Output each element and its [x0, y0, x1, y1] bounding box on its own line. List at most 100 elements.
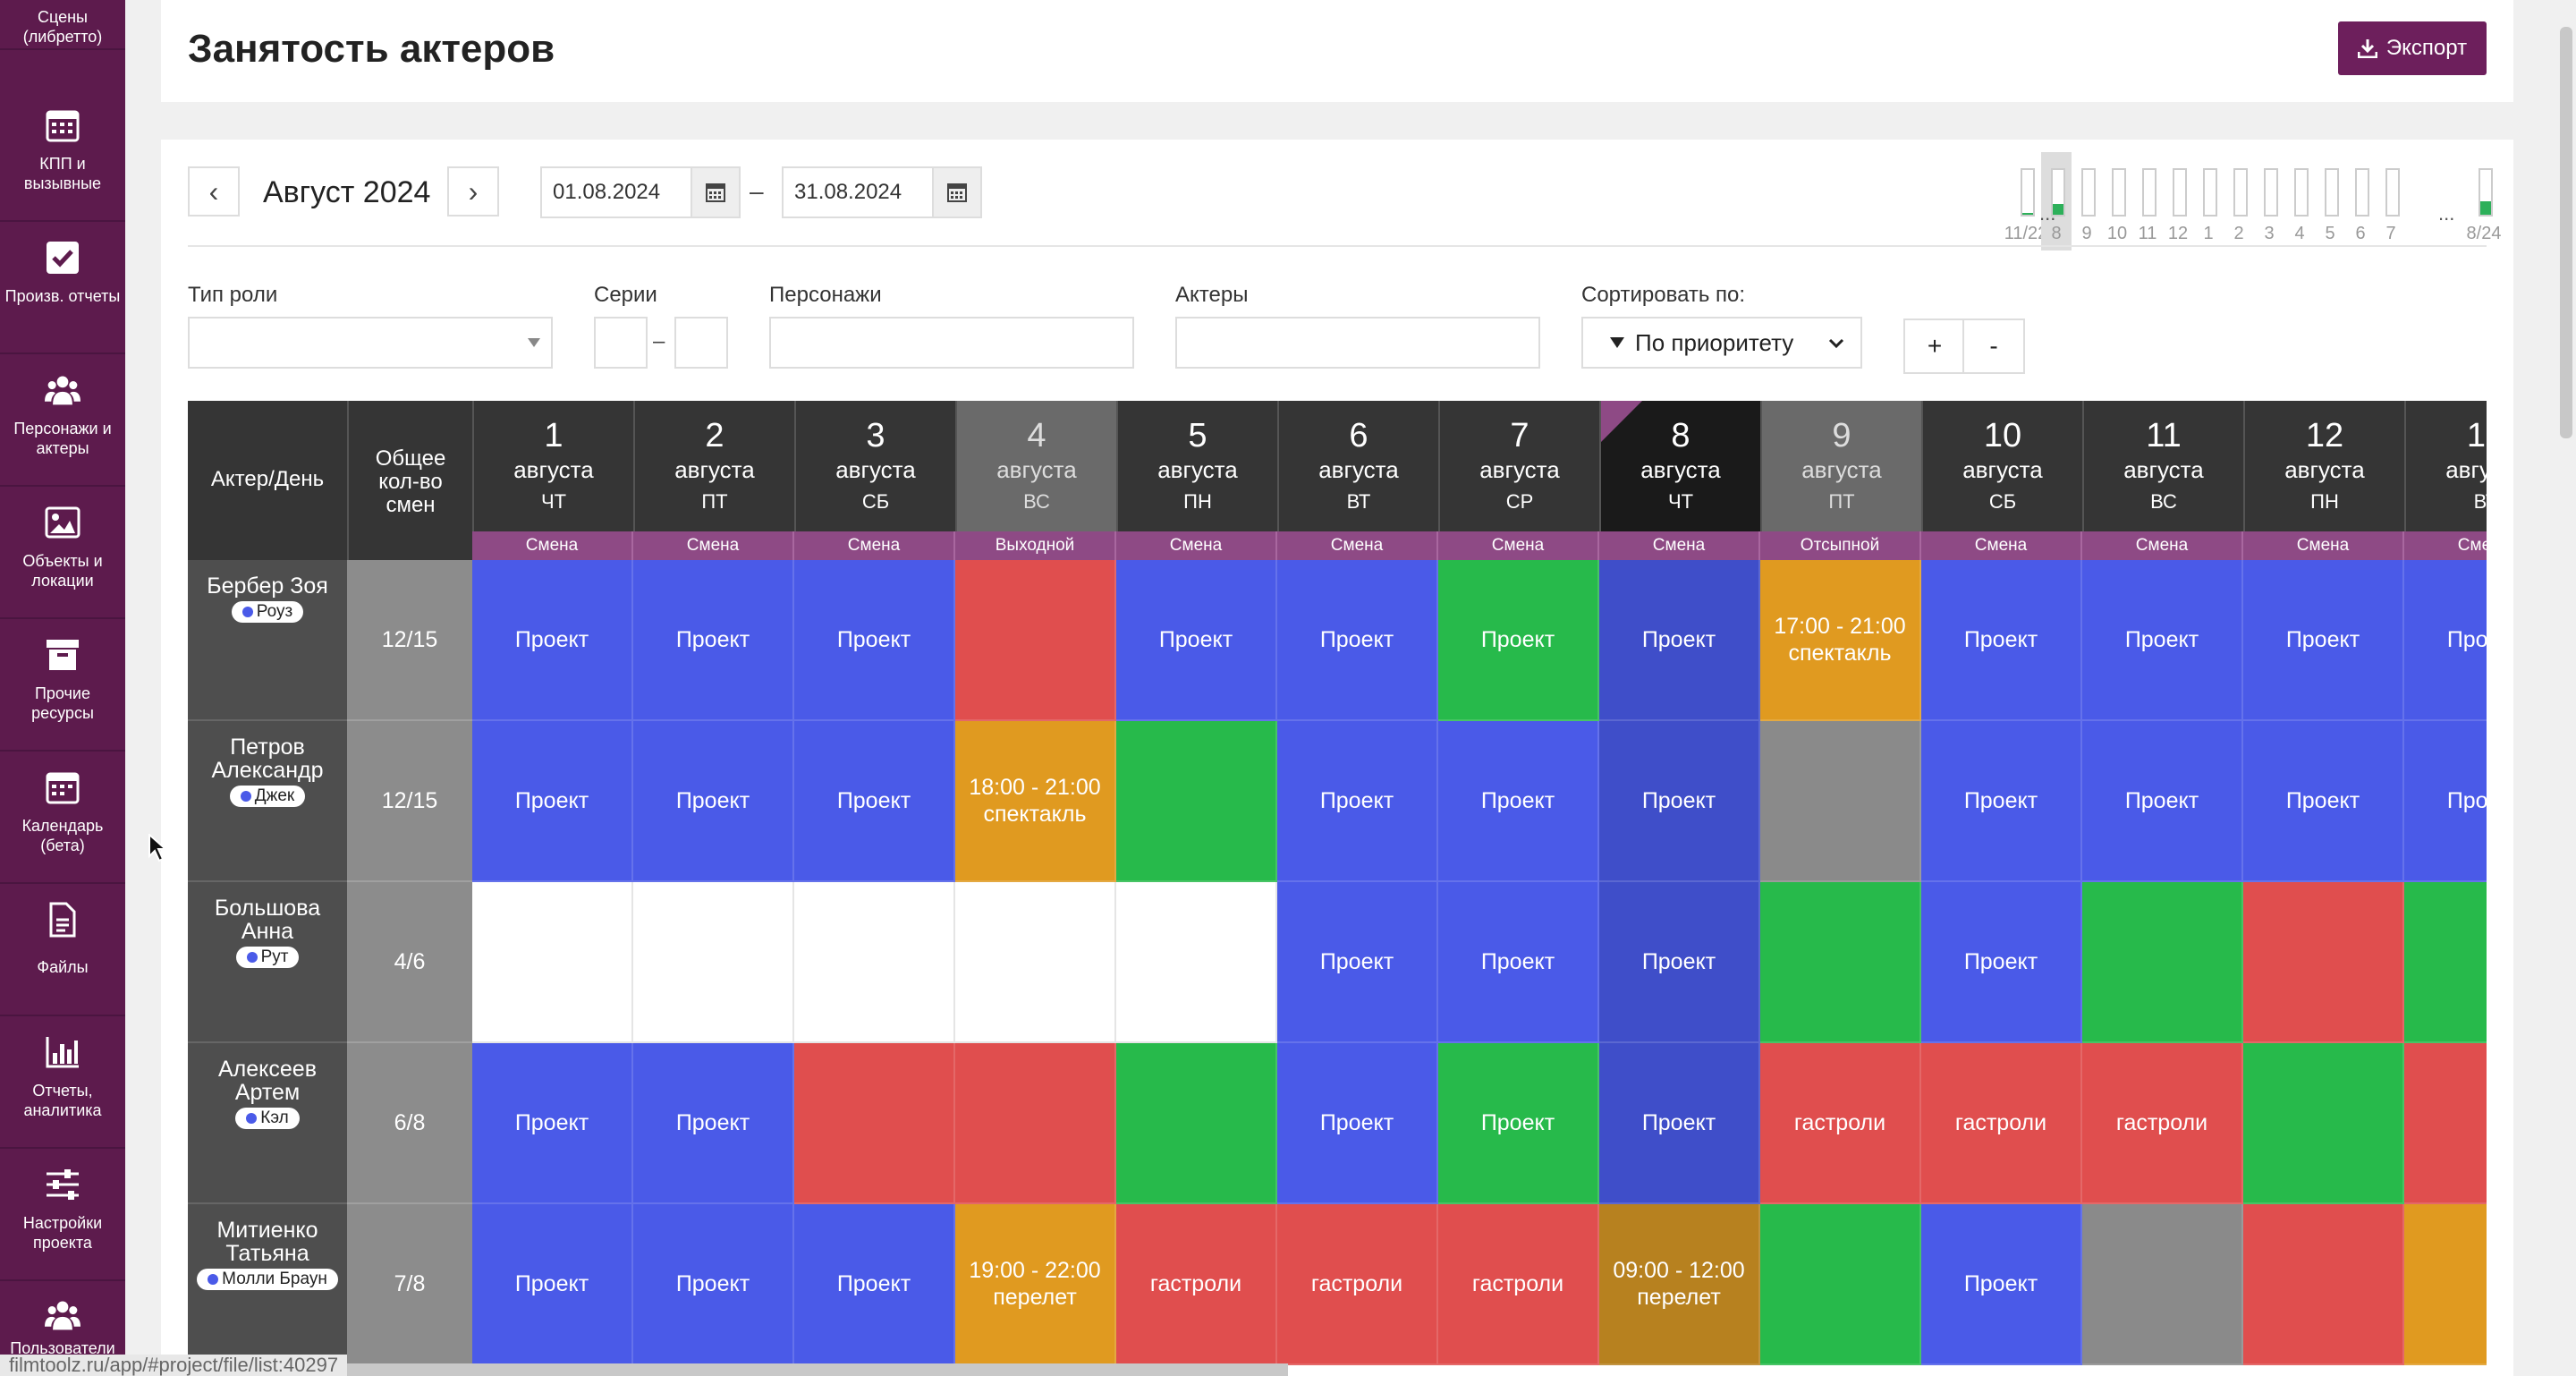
next-month-button[interactable]: ›: [447, 166, 499, 217]
schedule-cell[interactable]: гастроли: [1277, 1204, 1438, 1365]
day-header[interactable]: 7 августа СР: [1438, 401, 1599, 531]
schedule-cell[interactable]: Проект: [1438, 882, 1599, 1043]
schedule-cell[interactable]: Проект: [1277, 721, 1438, 882]
day-header[interactable]: 10 августа СБ: [1921, 401, 2082, 531]
schedule-cell[interactable]: Проект: [633, 1043, 794, 1204]
actor-cell[interactable]: Петров Александр Джек: [188, 721, 347, 882]
schedule-cell[interactable]: [2404, 882, 2487, 1043]
date-from-calendar-button[interactable]: [691, 166, 741, 218]
export-button[interactable]: Экспорт: [2338, 21, 2487, 75]
day-header[interactable]: 8 августа ЧТ: [1599, 401, 1760, 531]
schedule-cell[interactable]: [2243, 1043, 2404, 1204]
schedule-cell[interactable]: Проект: [1438, 721, 1599, 882]
schedule-cell[interactable]: Проект: [1438, 560, 1599, 721]
schedule-cell[interactable]: [472, 882, 633, 1043]
day-header[interactable]: 1 августа ЧТ: [472, 401, 633, 531]
schedule-cell[interactable]: [1116, 882, 1277, 1043]
actor-cell[interactable]: Бербер Зоя Роуз: [188, 560, 347, 721]
date-from-input[interactable]: 01.08.2024: [540, 166, 692, 218]
day-header[interactable]: 11 августа ВС: [2082, 401, 2243, 531]
schedule-cell[interactable]: Проект: [1921, 721, 2082, 882]
schedule-cell[interactable]: Проект: [2243, 560, 2404, 721]
schedule-cell[interactable]: Проект: [1599, 1043, 1760, 1204]
schedule-cell[interactable]: [633, 882, 794, 1043]
schedule-cell[interactable]: 19:00 - 22:00 перелет: [955, 1204, 1116, 1365]
week-item[interactable]: 8/24: [2467, 152, 2501, 251]
day-header[interactable]: 4 августа ВС: [955, 401, 1116, 531]
schedule-cell[interactable]: Проект: [1599, 560, 1760, 721]
day-header[interactable]: 6 августа ВТ: [1277, 401, 1438, 531]
schedule-cell[interactable]: Проект: [472, 1043, 633, 1204]
schedule-cell[interactable]: Проект: [1921, 560, 2082, 721]
schedule-cell[interactable]: [2082, 882, 2243, 1043]
schedule-cell[interactable]: Проект: [1116, 560, 1277, 721]
schedule-cell[interactable]: [955, 1043, 1116, 1204]
schedule-cell[interactable]: Проект: [1599, 882, 1760, 1043]
schedule-cell[interactable]: [794, 882, 955, 1043]
schedule-cell[interactable]: 17:00 - 21:00 спектакль: [1760, 560, 1921, 721]
schedule-cell[interactable]: Проект: [1921, 882, 2082, 1043]
sidebar-item-project-settings[interactable]: Настройки проекта: [0, 1149, 125, 1281]
schedule-cell[interactable]: Проект: [1438, 1043, 1599, 1204]
role-type-select[interactable]: [188, 317, 553, 369]
schedule-cell[interactable]: Проект: [1599, 721, 1760, 882]
zoom-in-button[interactable]: +: [1903, 319, 1966, 374]
schedule-cell[interactable]: Проект: [472, 560, 633, 721]
schedule-cell[interactable]: гастроли: [1921, 1043, 2082, 1204]
day-header[interactable]: 5 августа ПН: [1116, 401, 1277, 531]
actor-cell[interactable]: Алексеев Артем Кэл: [188, 1043, 347, 1204]
day-header[interactable]: 13августа ВТ: [2404, 401, 2487, 531]
schedule-cell[interactable]: Проект: [794, 560, 955, 721]
schedule-cell[interactable]: [1116, 1043, 1277, 1204]
sidebar-item-locations[interactable]: Объекты и локации: [0, 487, 125, 619]
schedule-cell[interactable]: гастроли: [2082, 1043, 2243, 1204]
sidebar-item-calendar[interactable]: Календарь (бета): [0, 752, 125, 884]
schedule-cell[interactable]: [1760, 882, 1921, 1043]
day-header[interactable]: 12 августа ПН: [2243, 401, 2404, 531]
schedule-cell[interactable]: Проект: [633, 560, 794, 721]
schedule-cell[interactable]: гастроли: [1760, 1043, 1921, 1204]
schedule-cell[interactable]: [2404, 1043, 2487, 1204]
vertical-scrollbar[interactable]: [2560, 27, 2572, 438]
schedule-cell[interactable]: Проект: [794, 1204, 955, 1365]
schedule-cell[interactable]: Проект: [1277, 560, 1438, 721]
sidebar-item-files[interactable]: Файлы: [0, 884, 125, 1016]
sidebar-item-analytics[interactable]: Отчеты, аналитика: [0, 1016, 125, 1149]
schedule-cell[interactable]: [2404, 1204, 2487, 1365]
date-to-calendar-button[interactable]: [932, 166, 982, 218]
sidebar-item-call-sheets[interactable]: КПП и вызывные: [0, 89, 125, 222]
actor-cell[interactable]: Митиенко Татьяна Молли Браун: [188, 1204, 347, 1365]
actors-input[interactable]: [1175, 317, 1540, 369]
schedule-cell[interactable]: [2243, 1204, 2404, 1365]
schedule-cell[interactable]: [2082, 1204, 2243, 1365]
schedule-cell[interactable]: [955, 882, 1116, 1043]
prev-month-button[interactable]: ‹: [188, 166, 240, 217]
schedule-cell[interactable]: Проект: [633, 721, 794, 882]
schedule-cell[interactable]: 09:00 - 12:00 перелет: [1599, 1204, 1760, 1365]
schedule-cell[interactable]: Проект: [2404, 721, 2487, 882]
schedule-cell[interactable]: [2243, 882, 2404, 1043]
schedule-cell[interactable]: Проект: [2082, 560, 2243, 721]
sidebar-item-scenes[interactable]: Сцены (либретто): [0, 0, 125, 50]
schedule-cell[interactable]: [1760, 1204, 1921, 1365]
schedule-cell[interactable]: Проект: [472, 1204, 633, 1365]
sort-select[interactable]: По приоритету: [1581, 317, 1862, 369]
schedule-cell[interactable]: Проект: [2082, 721, 2243, 882]
schedule-cell[interactable]: [794, 1043, 955, 1204]
week-item[interactable]: 7: [2376, 152, 2406, 251]
day-header[interactable]: 2 августа ПТ: [633, 401, 794, 531]
schedule-cell[interactable]: Проект: [794, 721, 955, 882]
characters-input[interactable]: [769, 317, 1134, 369]
schedule-cell[interactable]: Проект: [472, 721, 633, 882]
schedule-cell[interactable]: гастроли: [1438, 1204, 1599, 1365]
date-to-input[interactable]: 31.08.2024: [782, 166, 934, 218]
schedule-cell[interactable]: [1760, 721, 1921, 882]
schedule-cell[interactable]: Проект: [633, 1204, 794, 1365]
series-from-input[interactable]: [594, 317, 648, 369]
schedule-cell[interactable]: [1116, 721, 1277, 882]
series-to-input[interactable]: [674, 317, 728, 369]
sidebar-item-other-resources[interactable]: Прочие ресурсы: [0, 619, 125, 752]
day-header[interactable]: 3 августа СБ: [794, 401, 955, 531]
sidebar-item-reports[interactable]: Произв. отчеты: [0, 222, 125, 354]
schedule-cell[interactable]: 18:00 - 21:00 спектакль: [955, 721, 1116, 882]
